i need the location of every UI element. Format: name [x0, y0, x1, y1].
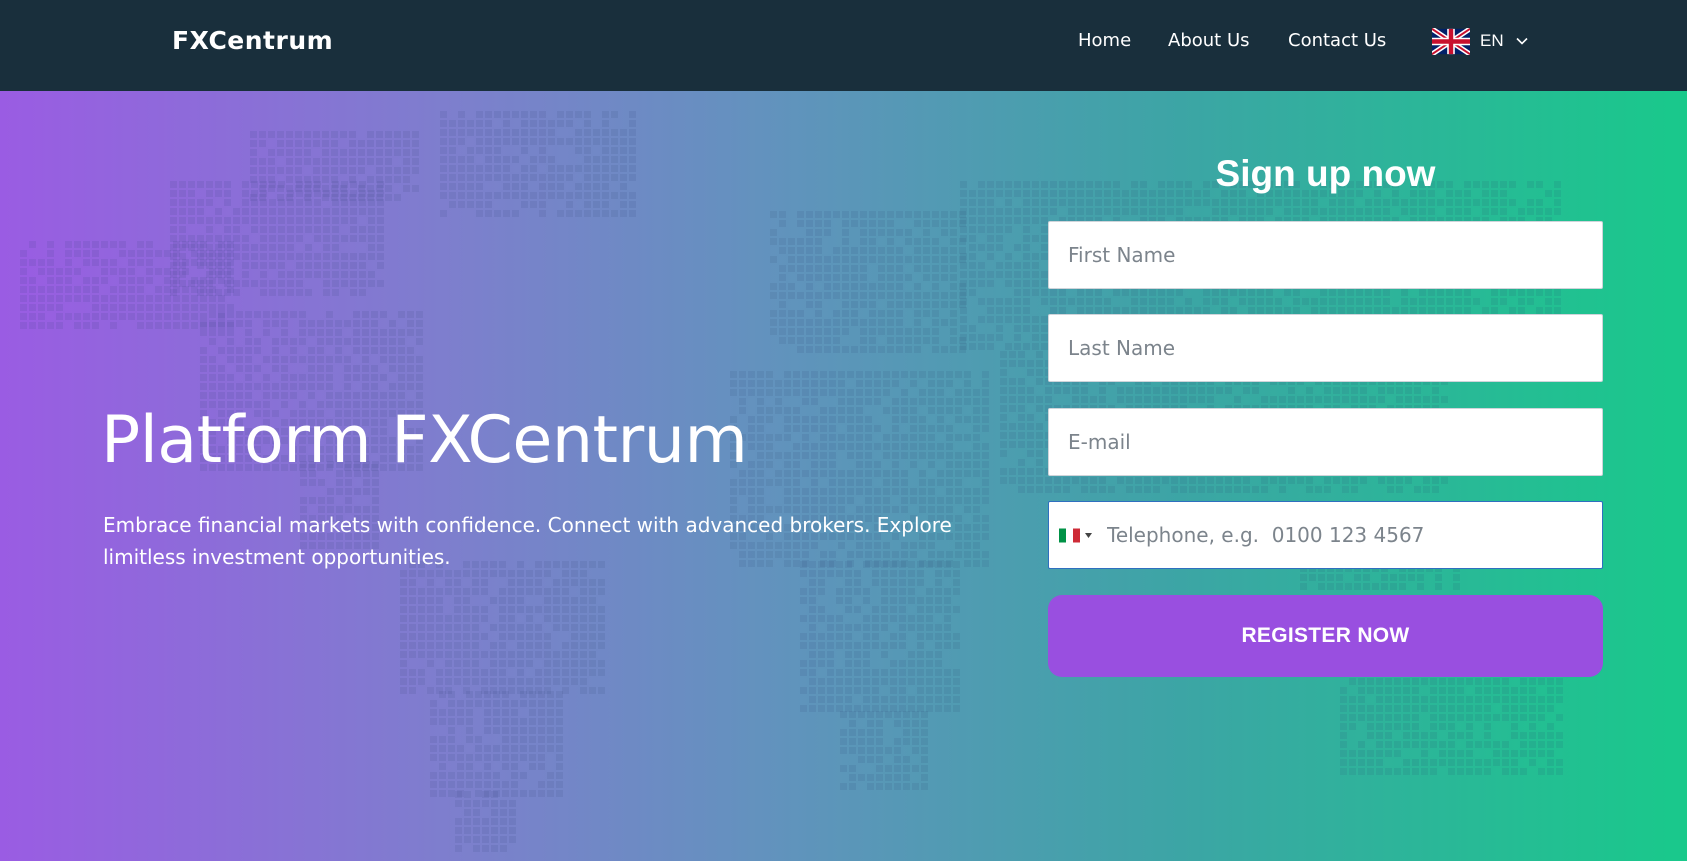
- phone-country-selector[interactable]: [1049, 502, 1101, 568]
- language-code: EN: [1480, 31, 1504, 50]
- email-field[interactable]: [1048, 408, 1603, 476]
- nav-link-home[interactable]: Home: [1078, 30, 1131, 51]
- signup-title: Sign up now: [1215, 153, 1436, 194]
- hero-section: Platform FXCentrum Embrace financial mar…: [0, 91, 1687, 861]
- register-now-button[interactable]: REGISTER NOW: [1048, 595, 1603, 677]
- chevron-down-icon: [1516, 37, 1528, 45]
- italy-flag-icon: [1059, 528, 1080, 542]
- nav-link-about-us[interactable]: About Us: [1168, 30, 1250, 51]
- phone-field-group: [1048, 501, 1603, 569]
- first-name-field[interactable]: [1048, 221, 1603, 289]
- top-navbar: FXCentrum Home About Us Contact Us EN: [0, 0, 1687, 91]
- phone-input[interactable]: [1101, 505, 1602, 565]
- nav-link-contact-us[interactable]: Contact Us: [1288, 30, 1386, 51]
- last-name-field[interactable]: [1048, 314, 1603, 382]
- site-logo[interactable]: FXCentrum: [172, 26, 333, 55]
- hero-title: Platform FXCentrum: [101, 403, 748, 478]
- caret-down-icon: [1085, 532, 1092, 538]
- hero-subtitle: Embrace financial markets with confidenc…: [103, 513, 952, 569]
- language-selector[interactable]: EN: [1432, 27, 1528, 55]
- uk-flag-icon: [1432, 27, 1470, 55]
